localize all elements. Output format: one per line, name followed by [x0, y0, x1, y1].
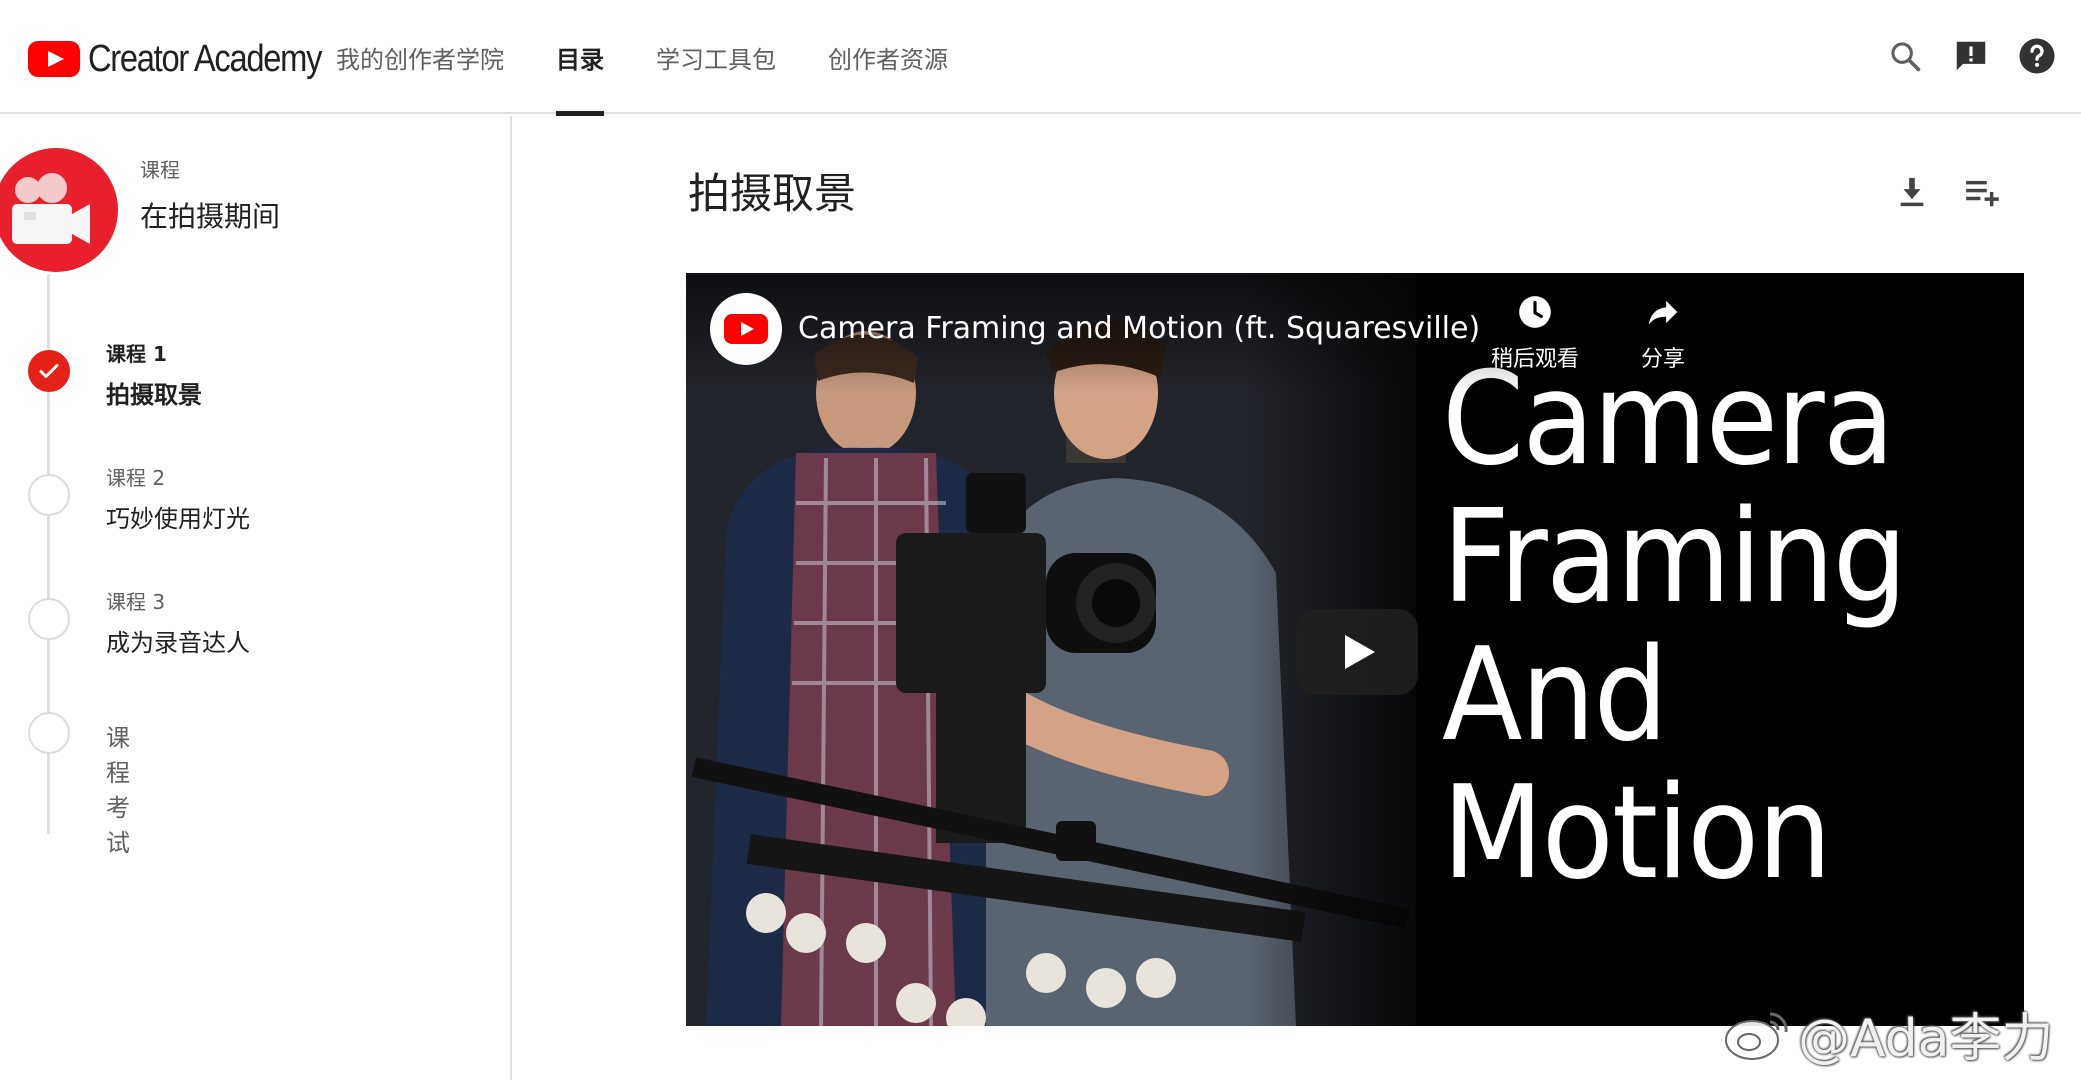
- watch-later-label: 稍后观看: [1490, 347, 1579, 372]
- share-label: 分享: [1640, 347, 1685, 372]
- course-sidebar: 课程 在拍摄期间 课程 1 拍摄取景 课程 2 巧妙使用灯光 课程 3 成为录音…: [0, 116, 512, 1080]
- page-title: 拍摄取景: [688, 169, 857, 218]
- weibo-watermark: @Ada李力: [1722, 996, 2054, 1071]
- share-button[interactable]: 分享: [1608, 293, 1718, 373]
- video-player[interactable]: Camera Framing And Motion Camera Framing…: [686, 273, 2024, 1026]
- thumbnail-line: Framing: [1442, 483, 1908, 632]
- lesson-name: 拍摄取景: [106, 381, 202, 409]
- course-header: 课程 在拍摄期间: [140, 154, 280, 235]
- completed-check-icon: [28, 350, 70, 392]
- watch-later-button[interactable]: 稍后观看: [1480, 293, 1590, 373]
- clock-icon: [1519, 296, 1551, 328]
- top-actions: [1861, 34, 2059, 78]
- youtube-logo-icon: [724, 314, 768, 344]
- logo-text: Creator Academy: [88, 37, 322, 80]
- video-camera-icon: [0, 148, 118, 272]
- top-app-bar: Creator Academy 我的创作者学院 目录 学习工具包 创作者资源: [0, 0, 2081, 116]
- lesson-status-dot: [28, 474, 70, 516]
- help-icon[interactable]: [2015, 34, 2059, 78]
- playlist-add-icon[interactable]: [1960, 170, 2004, 214]
- thumbnail-line: And: [1442, 621, 1668, 770]
- youtube-logo-icon: [28, 41, 80, 77]
- feedback-icon[interactable]: [1949, 34, 1993, 78]
- thumbnail-line: Motion: [1442, 759, 1832, 908]
- lesson-status-dot: [28, 712, 70, 754]
- lesson-number: 课程 3: [106, 590, 166, 614]
- share-arrow-icon: [1648, 300, 1678, 325]
- lesson-number: 课程 2: [106, 466, 166, 490]
- play-icon[interactable]: [1296, 609, 1418, 695]
- thumbnail-title-text: Camera Framing And Motion: [1442, 351, 2022, 903]
- video-title[interactable]: Camera Framing and Motion (ft. Squaresvi…: [798, 311, 1480, 346]
- tab-catalog[interactable]: 目录: [556, 0, 604, 116]
- tab-toolkit[interactable]: 学习工具包: [656, 0, 776, 114]
- main-nav: 我的创作者学院 目录 学习工具包 创作者资源: [336, 0, 1000, 116]
- channel-avatar[interactable]: [710, 293, 782, 365]
- tab-my-academy[interactable]: 我的创作者学院: [336, 0, 504, 114]
- download-icon[interactable]: [1890, 170, 1934, 214]
- watermark-text: @Ada李力: [1798, 1009, 2054, 1069]
- course-title: 在拍摄期间: [140, 200, 281, 233]
- lesson-actions: [1890, 170, 2030, 214]
- creator-academy-logo[interactable]: Creator Academy: [28, 36, 359, 82]
- tab-creator-resources[interactable]: 创作者资源: [828, 0, 948, 114]
- search-icon[interactable]: [1883, 34, 1927, 78]
- course-kicker: 课程: [140, 158, 180, 182]
- weibo-logo-icon: [1725, 1011, 1788, 1060]
- course-exam-label: 课程考试: [106, 724, 130, 857]
- lesson-number: 课程 1: [106, 342, 167, 366]
- lesson-status-dot: [28, 598, 70, 640]
- lesson-name: 巧妙使用灯光: [106, 505, 250, 533]
- lesson-name: 成为录音达人: [106, 629, 250, 657]
